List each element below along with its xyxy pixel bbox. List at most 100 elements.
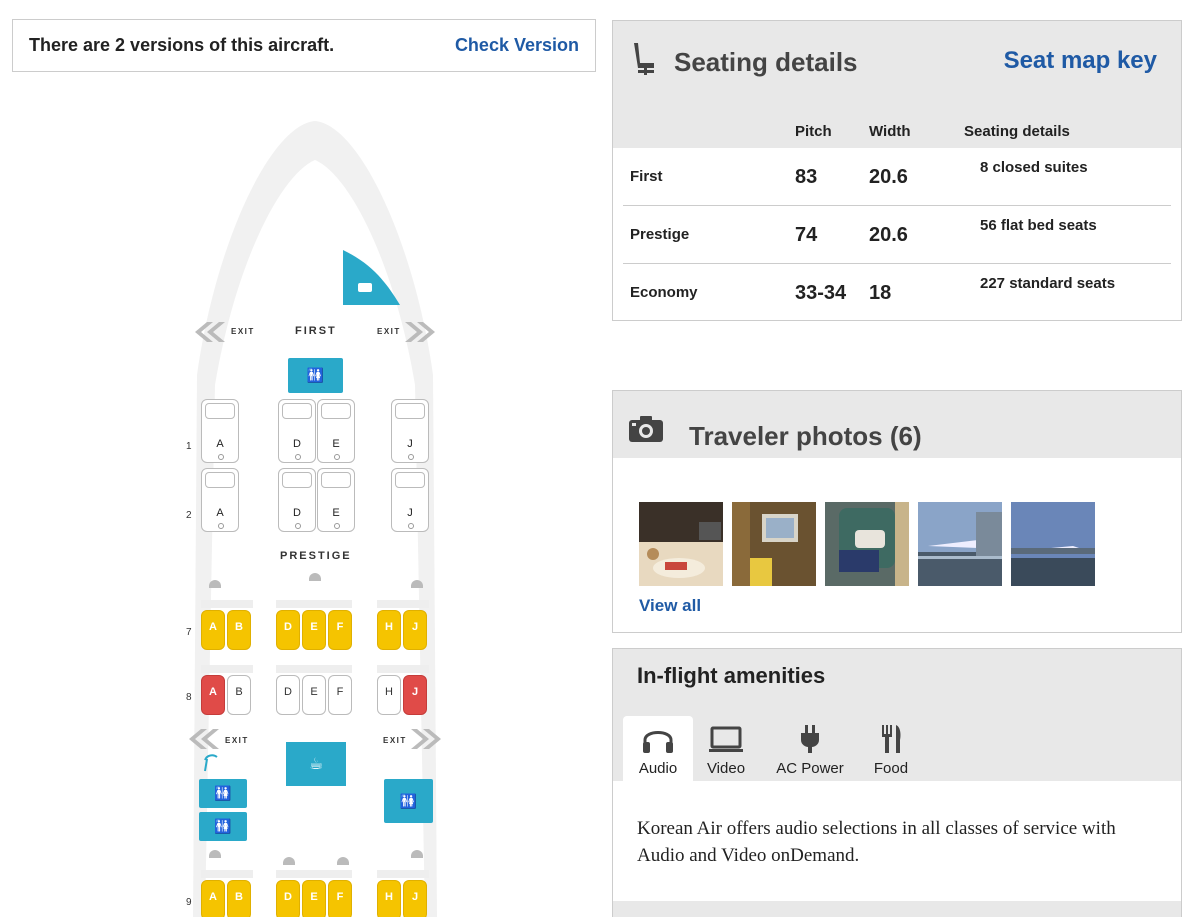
pitch-value: 74 <box>795 224 818 246</box>
row-number: 8 <box>186 692 192 703</box>
camera-icon <box>629 416 663 442</box>
tab-label: Audio <box>638 760 678 777</box>
photo-thumbnail[interactable] <box>639 502 723 586</box>
seat-9B[interactable]: B <box>227 880 251 917</box>
seat-8E[interactable]: E <box>302 675 326 715</box>
bassinet-icon <box>411 850 423 858</box>
seat-7H[interactable]: H <box>377 610 401 650</box>
seat-8D[interactable]: D <box>276 675 300 715</box>
tab-video[interactable]: Video <box>695 716 757 781</box>
seat-7F[interactable]: F <box>328 610 352 650</box>
seating-details-title: Seating details <box>674 47 858 77</box>
seat-9A[interactable]: A <box>201 880 225 917</box>
bassinet-icon <box>209 850 221 858</box>
width-value: 18 <box>869 282 892 304</box>
exit-label: EXIT <box>231 327 255 336</box>
tab-audio[interactable]: Audio <box>623 716 693 781</box>
bassinet-icon <box>337 857 349 865</box>
seat-9E[interactable]: E <box>302 880 326 917</box>
seat-9D[interactable]: D <box>276 880 300 917</box>
view-all-photos-link[interactable]: View all <box>639 596 701 616</box>
seat-7A[interactable]: A <box>201 610 225 650</box>
seat-block-backrest <box>276 600 352 608</box>
width-value: 20.6 <box>869 166 908 188</box>
seat-block-backrest <box>377 870 429 878</box>
seating-row: First 83 20.6 8 closed suites <box>623 148 1171 206</box>
photo-thumbnail[interactable] <box>918 502 1002 586</box>
seat-7E[interactable]: E <box>302 610 326 650</box>
exit-label: EXIT <box>377 327 401 336</box>
pitch-header: Pitch <box>795 123 832 140</box>
seat-8F[interactable]: F <box>328 675 352 715</box>
amenity-description: Korean Air offers audio selections in al… <box>613 781 1181 901</box>
seat-1J[interactable]: J <box>391 399 429 463</box>
plug-icon <box>801 725 819 753</box>
seat-8J[interactable]: J <box>403 675 427 715</box>
seat-7D[interactable]: D <box>276 610 300 650</box>
seat-9F[interactable]: F <box>328 880 352 917</box>
seat-8H[interactable]: H <box>377 675 401 715</box>
photo-thumbnail[interactable] <box>825 502 909 586</box>
seat-7J[interactable]: J <box>403 610 427 650</box>
version-text: There are 2 versions of this aircraft. <box>29 35 335 55</box>
seat-9H[interactable]: H <box>377 880 401 917</box>
headphones-icon <box>643 731 673 753</box>
tab-ac-power[interactable]: AC Power <box>765 716 855 781</box>
details-header: Seating details <box>964 123 1070 140</box>
bassinet-icon <box>209 580 221 588</box>
version-banner: There are 2 versions of this aircraft. C… <box>12 19 596 72</box>
row-number: 1 <box>186 441 192 452</box>
lavatory-icon: 🚻 <box>288 358 343 393</box>
bassinet-icon <box>283 857 295 865</box>
seat-2E[interactable]: E <box>317 468 355 532</box>
seating-details-header: Seating details Seat map key Pitch Width… <box>613 21 1181 148</box>
seat-block-backrest <box>201 870 253 878</box>
seating-details-value: 56 flat bed seats <box>980 217 1097 234</box>
traveler-photos-header: Traveler photos (6) <box>613 391 1181 458</box>
seat-8B[interactable]: B <box>227 675 251 715</box>
seat-8A[interactable]: A <box>201 675 225 715</box>
amenities-title: In-flight amenities <box>637 663 826 688</box>
check-version-link[interactable]: Check Version <box>455 35 579 56</box>
seat-7B[interactable]: B <box>227 610 251 650</box>
seat-9J[interactable]: J <box>403 880 427 917</box>
seat-map: EXIT FIRST EXIT 🚻 1 A D E J 2 A D E J PR… <box>175 115 455 917</box>
seat-2D[interactable]: D <box>278 468 316 532</box>
seat-1D[interactable]: D <box>278 399 316 463</box>
seat-1A[interactable]: A <box>201 399 239 463</box>
fork-knife-icon <box>882 725 901 753</box>
class-name: First <box>630 168 663 185</box>
seat-1E[interactable]: E <box>317 399 355 463</box>
tab-label: Video <box>706 760 746 777</box>
photo-thumbnail[interactable] <box>732 502 816 586</box>
seat-block-backrest <box>201 600 253 608</box>
seat-2A[interactable]: A <box>201 468 239 532</box>
pitch-value: 33-34 <box>795 282 847 304</box>
seat-2J[interactable]: J <box>391 468 429 532</box>
laptop-icon <box>709 726 743 752</box>
seat-block-backrest <box>377 600 429 608</box>
row-number: 9 <box>186 897 192 908</box>
exit-label: EXIT <box>225 736 249 745</box>
traveler-photos-title: Traveler photos (6) <box>689 421 922 451</box>
seat-block-backrest <box>201 665 253 673</box>
width-header: Width <box>869 123 911 140</box>
in-flight-amenities-panel: In-flight amenities Audio Video AC Power… <box>612 648 1182 917</box>
seating-details-value: 227 standard seats <box>980 275 1116 292</box>
exit-label: EXIT <box>383 736 407 745</box>
lavatory-icon: 🚻 <box>199 779 247 808</box>
tab-label: Food <box>873 760 909 777</box>
width-value: 20.6 <box>869 224 908 246</box>
bassinet-icon <box>309 573 321 581</box>
class-name: Prestige <box>630 226 690 243</box>
traveler-photos-panel: Traveler photos (6) View all <box>612 390 1182 633</box>
seat-block-backrest <box>276 870 352 878</box>
tab-label: AC Power <box>776 760 844 777</box>
seating-details-panel: Seating details Seat map key Pitch Width… <box>612 20 1182 321</box>
tab-food[interactable]: Food <box>863 716 919 781</box>
seat-map-key-link[interactable]: Seat map key <box>1004 47 1157 75</box>
seat-block-backrest <box>377 665 429 673</box>
pitch-value: 83 <box>795 166 818 188</box>
photo-thumbnail[interactable] <box>1011 502 1095 586</box>
seating-row: Prestige 74 20.6 56 flat bed seats <box>623 206 1171 264</box>
